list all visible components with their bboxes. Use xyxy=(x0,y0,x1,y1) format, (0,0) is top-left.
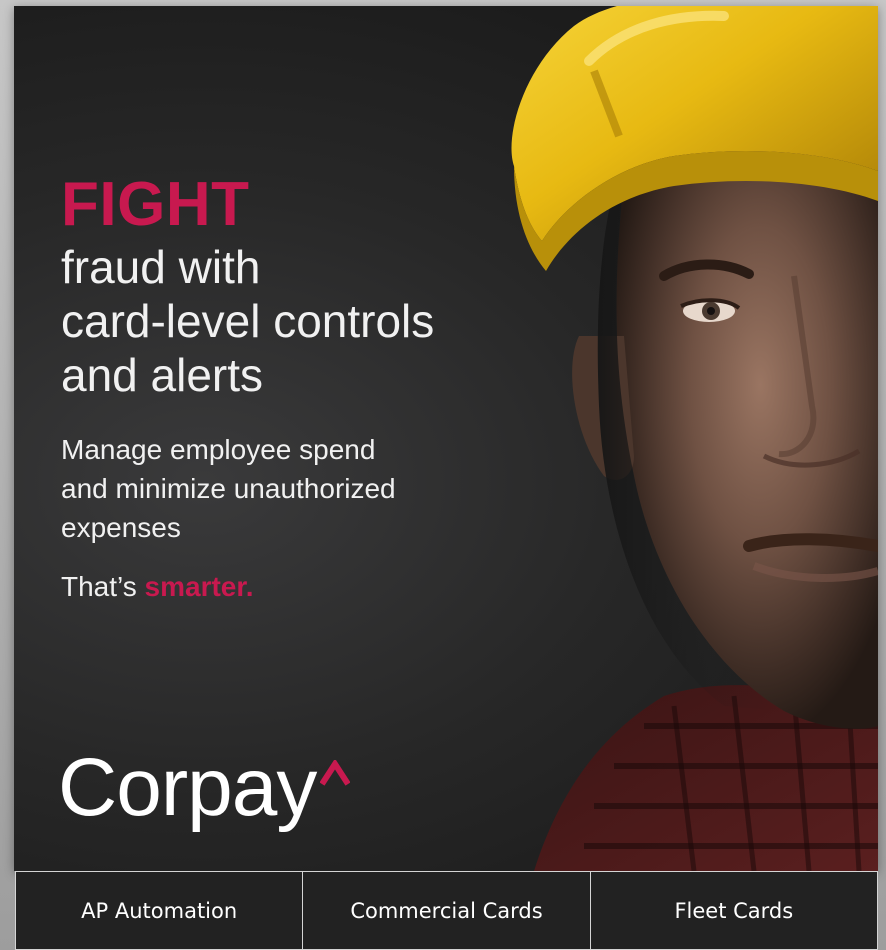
nav-commercial-cards[interactable]: Commercial Cards xyxy=(303,871,591,950)
construction-worker-photo xyxy=(511,6,878,871)
tagline-prefix: That’s xyxy=(61,571,145,602)
nav-ap-automation[interactable]: AP Automation xyxy=(15,871,304,950)
headline-line: card-level controls xyxy=(61,295,435,347)
body-line: and minimize unauthorized xyxy=(61,473,396,504)
ad-copy: FIGHT fraud with card-level controls and… xyxy=(61,174,521,606)
body-line: expenses xyxy=(61,512,181,543)
tagline: That’s smarter. xyxy=(61,567,521,606)
page: FIGHT fraud with card-level controls and… xyxy=(0,0,886,950)
headline-accent: FIGHT xyxy=(61,170,250,239)
headline-line: and alerts xyxy=(61,349,264,401)
tagline-accent: smarter. xyxy=(144,571,254,602)
brand-wordmark: Corpay xyxy=(58,742,317,833)
product-nav: AP Automation Commercial Cards Fleet Car… xyxy=(15,871,878,950)
corpay-ad-banner[interactable]: FIGHT fraud with card-level controls and… xyxy=(14,6,878,871)
body-line: Manage employee spend xyxy=(61,434,376,465)
body-text: Manage employee spend and minimize unaut… xyxy=(61,430,491,547)
nav-fleet-cards[interactable]: Fleet Cards xyxy=(590,871,878,950)
corpay-caret-icon xyxy=(320,760,351,786)
corpay-logo: Corpay xyxy=(58,742,351,842)
headline-line: fraud with xyxy=(61,241,261,293)
